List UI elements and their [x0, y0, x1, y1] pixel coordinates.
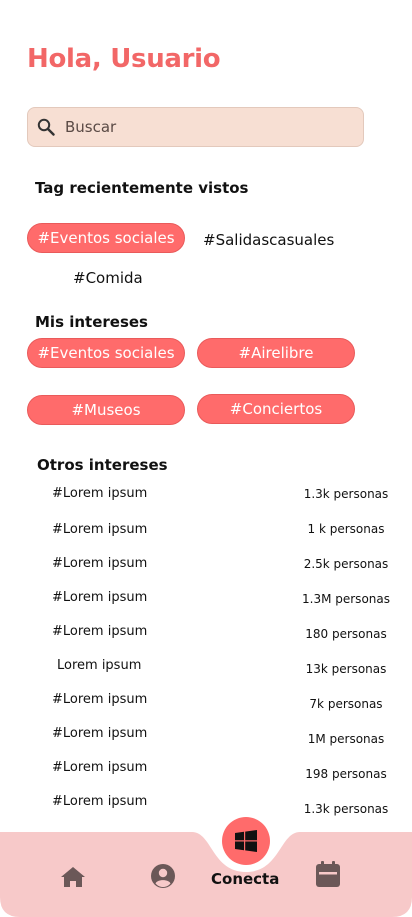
- list-item-name[interactable]: #Lorem ipsum: [52, 624, 147, 639]
- interest-chip-museos[interactable]: #Museos: [27, 395, 185, 425]
- list-item-count: 1 k personas: [307, 522, 385, 536]
- recent-tags-title: Tag recientemente vistos: [35, 179, 249, 197]
- interest-chip-eventos-sociales[interactable]: #Eventos sociales: [27, 338, 185, 368]
- list-item-count: 7k personas: [309, 697, 383, 711]
- my-interests-title: Mis intereses: [35, 313, 148, 331]
- calendar-icon[interactable]: [316, 861, 340, 887]
- interest-chip-airelibre[interactable]: #Airelibre: [197, 338, 355, 368]
- recent-chip-eventos-sociales[interactable]: #Eventos sociales: [27, 223, 185, 253]
- list-item-name[interactable]: #Lorem ipsum: [52, 726, 147, 741]
- interest-chip-conciertos[interactable]: #Conciertos: [197, 394, 355, 424]
- list-item-name[interactable]: #Lorem ipsum: [52, 522, 147, 537]
- recent-tag-salidascasuales[interactable]: #Salidascasuales: [203, 231, 334, 249]
- recent-tag-comida[interactable]: #Comida: [73, 269, 143, 287]
- search-icon: [37, 118, 55, 136]
- list-item-name[interactable]: #Lorem ipsum: [52, 590, 147, 605]
- list-item-name[interactable]: #Lorem ipsum: [52, 692, 147, 707]
- list-item-count: 1.3k personas: [303, 487, 389, 501]
- list-item-count: 2.5k personas: [303, 557, 389, 571]
- list-item-count: 198 personas: [305, 767, 387, 781]
- list-item-count: 1.3k personas: [303, 802, 389, 816]
- list-item-name[interactable]: Lorem ipsum: [57, 658, 141, 673]
- search-input[interactable]: [63, 117, 327, 137]
- page-title: Hola, Usuario: [27, 44, 221, 74]
- home-icon[interactable]: [60, 866, 86, 888]
- list-item-name[interactable]: #Lorem ipsum: [52, 486, 147, 501]
- search-bar[interactable]: [27, 107, 364, 147]
- connect-button[interactable]: [222, 817, 270, 865]
- profile-icon[interactable]: [150, 863, 176, 889]
- list-item-name[interactable]: #Lorem ipsum: [52, 556, 147, 571]
- nav-label-conecta[interactable]: Conecta: [211, 870, 279, 888]
- other-interests-title: Otros intereses: [37, 456, 168, 474]
- list-item-name[interactable]: #Lorem ipsum: [52, 794, 147, 809]
- list-item-count: 1.3M personas: [302, 592, 390, 606]
- list-item-count: 180 personas: [305, 627, 387, 641]
- list-item-count: 13k personas: [305, 662, 387, 676]
- list-item-count: 1M personas: [307, 732, 385, 746]
- list-item-name[interactable]: #Lorem ipsum: [52, 760, 147, 775]
- windows-icon: [235, 830, 257, 852]
